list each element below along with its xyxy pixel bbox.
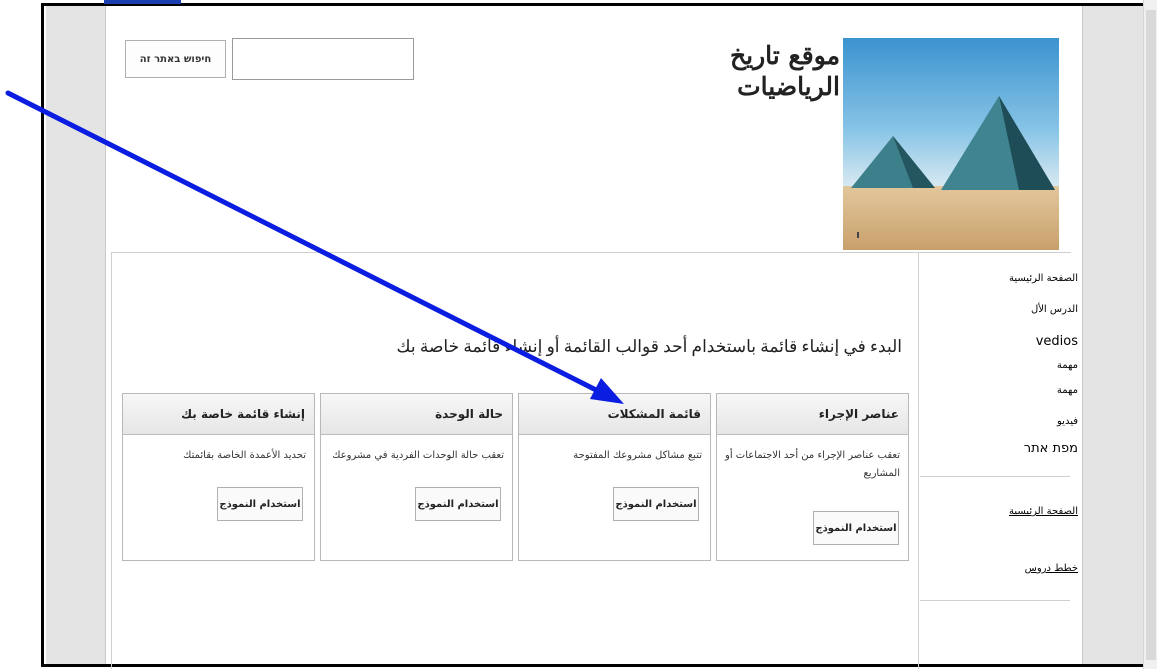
card-description: تعقب عناصر الإجراء من أحد الاجتماعات أو … <box>725 450 900 479</box>
card-title: إنشاء قائمة خاصة بك <box>123 394 314 435</box>
scrollbar-thumb[interactable] <box>1146 10 1156 660</box>
card-description: تتبع مشاكل مشروعك المفتوحة <box>573 450 702 461</box>
use-template-button[interactable]: استخدام النموذج <box>415 487 501 521</box>
sidebar-item-task-2[interactable]: مهمة <box>1057 385 1078 396</box>
sidebar-item-home[interactable]: الصفحة الرئيسية <box>1009 273 1078 284</box>
sidebar-item-videos[interactable]: vedios <box>1036 334 1078 349</box>
sidebar-divider-1 <box>920 476 1070 477</box>
card-issues-list: قائمة المشكلات تتبع مشاكل مشروعك المفتوح… <box>518 393 711 561</box>
sidebar-item-task-1[interactable]: مهمة <box>1057 360 1078 371</box>
right-gutter <box>1082 6 1144 664</box>
sidebar-divider-2 <box>920 600 1070 601</box>
pyramids-image <box>843 38 1059 250</box>
sidebar-link-lesson-plans[interactable]: خطط دروس <box>1025 563 1078 574</box>
card-unit-status: حالة الوحدة تعقب حالة الوحدات الفردية في… <box>320 393 513 561</box>
card-action-items: عناصر الإجراء تعقب عناصر الإجراء من أحد … <box>716 393 909 561</box>
card-title: حالة الوحدة <box>321 394 512 435</box>
sidebar-item-lesson-one[interactable]: الدرس الأل <box>1031 304 1078 315</box>
site-title-line-2: الرياضيات <box>737 72 840 101</box>
sidebar-item-video[interactable]: فيديو <box>1057 416 1078 427</box>
card-title: قائمة المشكلات <box>519 394 710 435</box>
use-template-button[interactable]: استخدام النموذج <box>217 487 303 521</box>
card-description: تحديد الأعمدة الخاصة بقائمتك <box>183 450 306 461</box>
left-gutter <box>46 6 106 664</box>
top-link-bar <box>104 0 181 4</box>
window-scrollbar[interactable] <box>1143 0 1157 669</box>
search-site-button[interactable]: חיפוש באתר זה <box>125 40 226 78</box>
intro-text: البدء في إنشاء قائمة باستخدام أحد قوالب … <box>396 337 902 356</box>
sidebar-link-home[interactable]: الصفحة الرئيسية <box>1009 506 1078 517</box>
search-input[interactable] <box>232 38 414 80</box>
card-custom-list: إنشاء قائمة خاصة بك تحديد الأعمدة الخاصة… <box>122 393 315 561</box>
use-template-button[interactable]: استخدام النموذج <box>813 511 899 545</box>
use-template-button[interactable]: استخدام النموذج <box>613 487 699 521</box>
sidebar-item-site-map[interactable]: מפת אתר <box>1024 441 1078 456</box>
site-title: موقع تاريخ الرياضيات <box>640 40 840 102</box>
card-description: تعقب حالة الوحدات الفردية في مشروعك <box>332 450 504 461</box>
site-title-line-1: موقع تاريخ <box>729 41 840 70</box>
card-title: عناصر الإجراء <box>717 394 908 435</box>
